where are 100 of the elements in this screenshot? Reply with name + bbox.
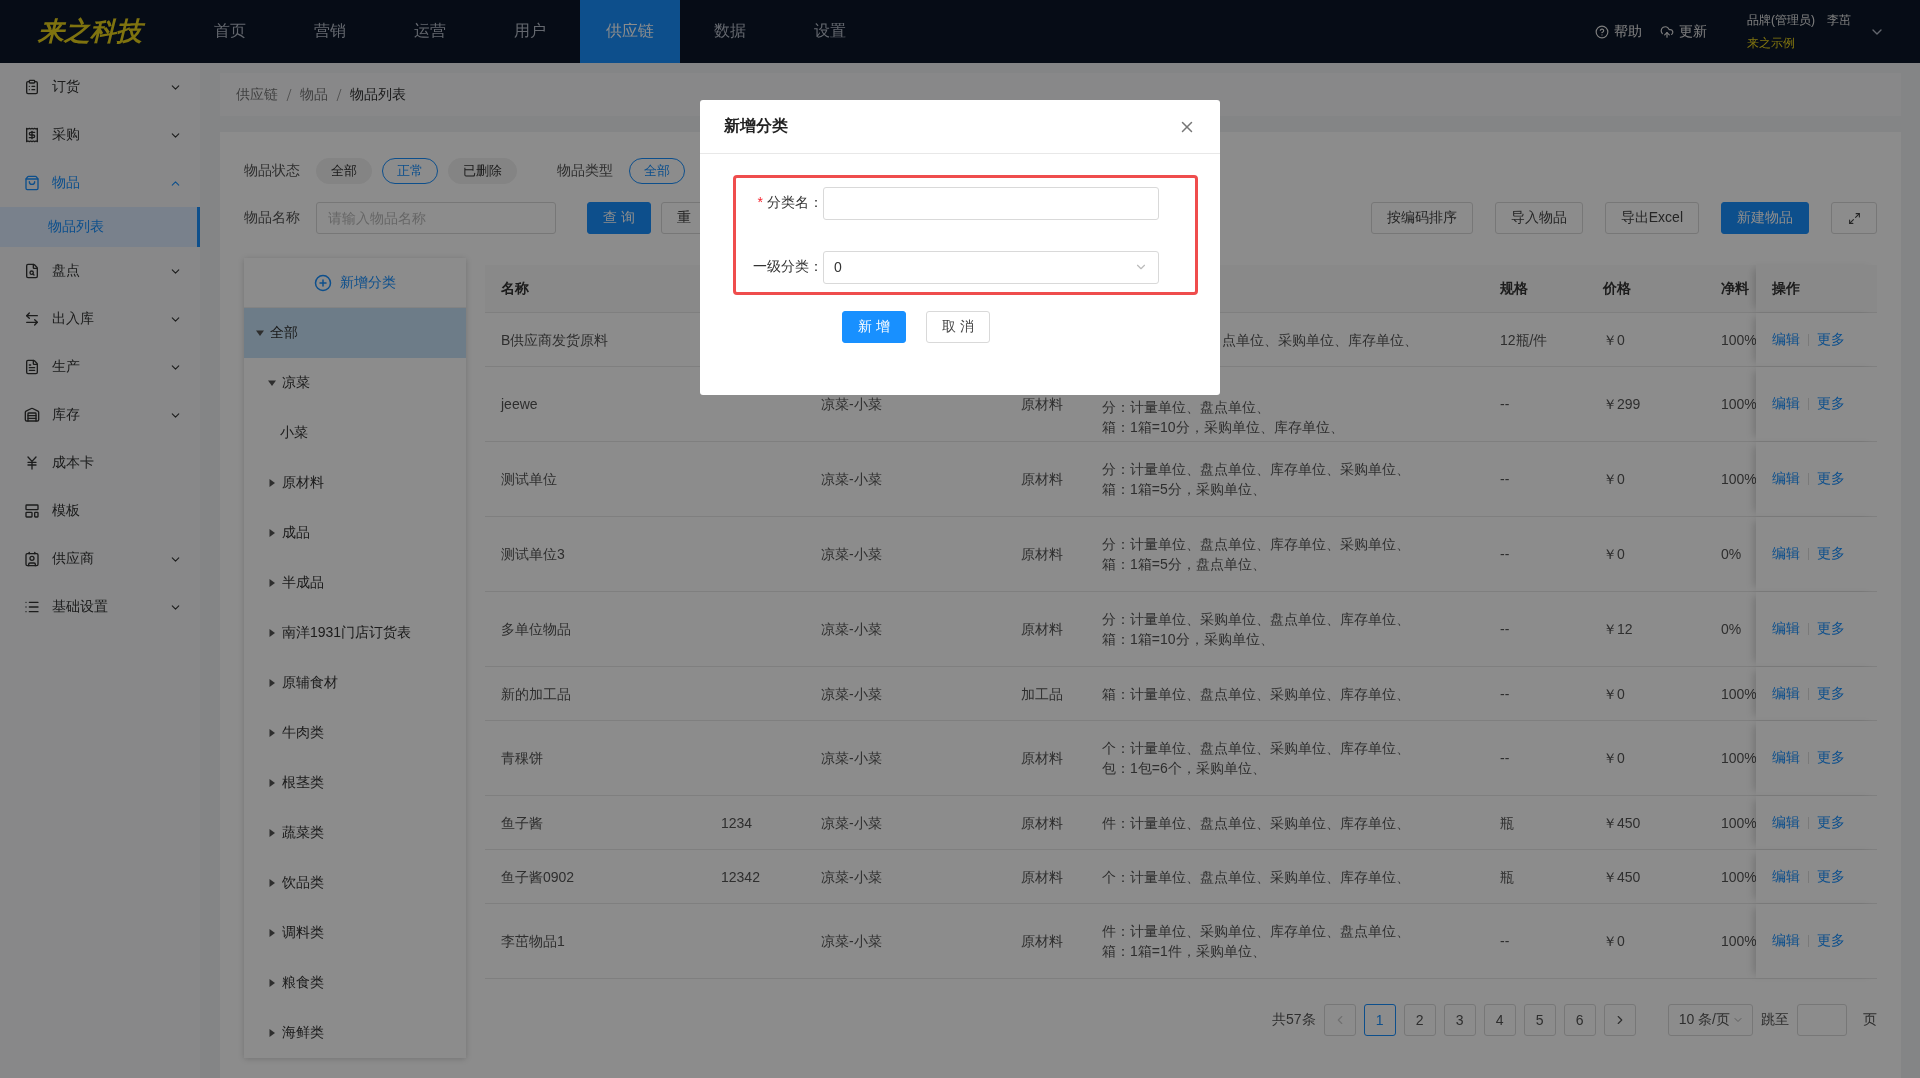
add-button[interactable]: 新 增 — [842, 311, 906, 343]
tree-item[interactable]: 全部 — [244, 308, 466, 358]
action-link[interactable]: 更多 — [1817, 867, 1845, 886]
tree-item[interactable]: 小菜 — [244, 408, 466, 458]
page-button[interactable]: 3 — [1443, 1004, 1476, 1036]
nav-tab[interactable]: 运营 — [380, 0, 480, 63]
caret-right-icon[interactable] — [268, 529, 276, 537]
table-cell-text: 箱：1箱=10分，采购单位、库存单位、 — [1102, 418, 1345, 437]
toolbar-button[interactable]: 新建物品 — [1721, 202, 1809, 234]
tree-item[interactable]: 海鲜类 — [244, 1008, 466, 1058]
action-link[interactable]: 编辑 — [1772, 749, 1800, 767]
tree-item[interactable]: 调料类 — [244, 908, 466, 958]
sidebar-item[interactable]: 采购 — [0, 111, 200, 159]
tree-item[interactable]: 饮品类 — [244, 858, 466, 908]
sidebar-item[interactable]: 库存 — [0, 391, 200, 439]
action-link[interactable]: 更多 — [1817, 545, 1845, 563]
caret-right-icon[interactable] — [268, 1029, 276, 1037]
tree-item[interactable]: 牛肉类 — [244, 708, 466, 758]
filter-chip[interactable]: 全部 — [629, 158, 685, 184]
input-field[interactable] — [823, 186, 1159, 220]
filter-chip[interactable]: 全部 — [316, 158, 372, 184]
sidebar-item[interactable]: 出入库 — [0, 295, 200, 343]
caret-right-icon[interactable] — [268, 929, 276, 937]
action-link[interactable]: 编辑 — [1772, 470, 1800, 488]
caret-right-icon[interactable] — [268, 829, 276, 837]
caret-right-icon[interactable] — [268, 979, 276, 987]
cancel-button[interactable]: 取 消 — [926, 311, 990, 343]
caret-right-icon[interactable] — [268, 629, 276, 637]
table-cell-text: -- — [1500, 620, 1511, 639]
table-cell: 0% — [1721, 546, 1742, 562]
tree-item[interactable]: 粮食类 — [244, 958, 466, 1008]
nav-tab[interactable]: 用户 — [480, 0, 580, 63]
toolbar-button[interactable]: 导出Excel — [1604, 202, 1699, 234]
breadcrumb-item[interactable]: 供应链 — [236, 85, 278, 104]
update-link[interactable]: 更新 — [1660, 22, 1707, 41]
filter-chip[interactable]: 正常 — [382, 158, 438, 184]
sidebar-subitem[interactable]: 物品列表 — [0, 207, 200, 247]
nav-tab[interactable]: 设置 — [780, 0, 880, 63]
caret-right-icon[interactable] — [268, 579, 276, 587]
tree-item[interactable]: 蔬菜类 — [244, 808, 466, 858]
sidebar-item[interactable]: 物品 — [0, 159, 200, 207]
help-link[interactable]: 帮助 — [1595, 22, 1642, 41]
filter-chip[interactable]: 已删除 — [448, 158, 517, 184]
action-link[interactable]: 编辑 — [1772, 813, 1800, 832]
caret-down-icon[interactable] — [268, 379, 276, 387]
nav-tab[interactable]: 营销 — [280, 0, 380, 63]
action-link[interactable]: 更多 — [1817, 932, 1845, 950]
tree-item[interactable]: 原材料 — [244, 458, 466, 508]
page-button[interactable]: 4 — [1483, 1004, 1516, 1036]
action-link[interactable]: 编辑 — [1772, 932, 1800, 950]
action-link[interactable]: 更多 — [1817, 813, 1845, 832]
caret-right-icon[interactable] — [268, 729, 276, 737]
caret-right-icon[interactable] — [268, 479, 276, 487]
sidebar-item[interactable]: 模板 — [0, 487, 200, 535]
caret-right-icon[interactable] — [268, 679, 276, 687]
page-button[interactable]: 2 — [1403, 1004, 1436, 1036]
tree-item[interactable]: 成品 — [244, 508, 466, 558]
tree-item[interactable]: 凉菜 — [244, 358, 466, 408]
dialog-title: 新增分类 — [724, 116, 788, 136]
sidebar-item[interactable]: 盘点 — [0, 247, 200, 295]
caret-right-icon[interactable] — [268, 879, 276, 887]
sidebar-item[interactable]: 基础设置 — [0, 583, 200, 631]
sidebar-item[interactable]: 生产 — [0, 343, 200, 391]
nav-tab[interactable]: 首页 — [180, 0, 280, 63]
table-cell: 100% — [1721, 933, 1757, 949]
toolbar-button[interactable]: 导入物品 — [1494, 202, 1583, 234]
action-link[interactable]: 更多 — [1817, 470, 1845, 488]
sidebar-item[interactable]: 成本卡 — [0, 439, 200, 487]
action-link[interactable]: 更多 — [1817, 395, 1845, 413]
action-link[interactable]: 更多 — [1817, 620, 1845, 638]
sidebar-item[interactable]: 供应商 — [0, 535, 200, 583]
action-link[interactable]: 更多 — [1817, 330, 1845, 349]
page-size-select[interactable]: 10 条/页 — [1667, 1004, 1753, 1036]
tree-item[interactable]: 原辅食材 — [244, 658, 466, 708]
page-button[interactable]: 1 — [1363, 1004, 1396, 1036]
action-link[interactable]: 更多 — [1817, 749, 1845, 767]
page-button[interactable]: 6 — [1563, 1004, 1596, 1036]
nav-tab[interactable]: 供应链 — [580, 0, 680, 63]
action-link[interactable]: 编辑 — [1772, 867, 1800, 886]
tree-item[interactable]: 南洋1931门店订货表 — [244, 608, 466, 658]
action-link[interactable]: 编辑 — [1772, 330, 1800, 349]
toolbar-button[interactable]: 按编码排序 — [1370, 202, 1473, 234]
page-button[interactable]: 5 — [1523, 1004, 1556, 1036]
action-link[interactable]: 编辑 — [1772, 545, 1800, 563]
action-link[interactable]: 编辑 — [1772, 620, 1800, 638]
action-link[interactable]: 编辑 — [1772, 395, 1800, 413]
breadcrumb-item[interactable]: 物品 — [300, 85, 328, 104]
query-button[interactable]: 查 询 — [587, 202, 651, 234]
table-cell-text: 个：计量单位、盘点单位、采购单位、库存单位、 — [1102, 739, 1411, 758]
caret-right-icon[interactable] — [268, 779, 276, 787]
action-link[interactable]: 编辑 — [1772, 684, 1800, 703]
select-field[interactable]: 0 — [823, 250, 1159, 284]
action-link[interactable]: 更多 — [1817, 684, 1845, 703]
add-category-button[interactable]: 新增分类 — [244, 258, 466, 308]
caret-down-icon[interactable] — [256, 329, 264, 337]
tree-item[interactable]: 根茎类 — [244, 758, 466, 808]
nav-tab[interactable]: 数据 — [680, 0, 780, 63]
tree-item[interactable]: 半成品 — [244, 558, 466, 608]
table-cell-text: 12342 — [721, 867, 761, 887]
sidebar-item[interactable]: 订货 — [0, 63, 200, 111]
